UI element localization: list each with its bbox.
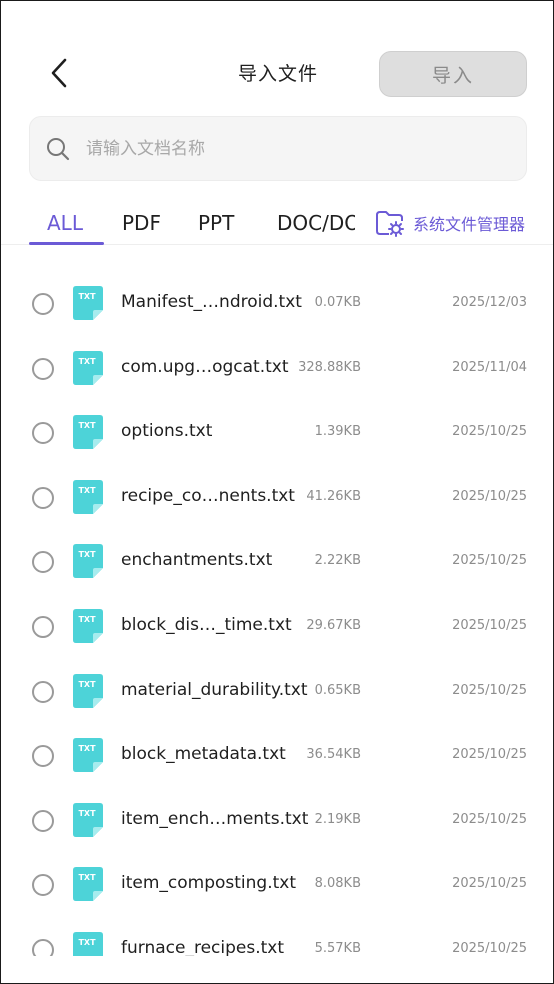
file-date: 2025/10/25 <box>452 618 527 633</box>
active-tab-indicator <box>29 242 104 245</box>
txt-file-icon: TXT <box>73 673 103 708</box>
svg-text:TXT: TXT <box>78 550 96 559</box>
file-date: 2025/10/25 <box>452 424 527 440</box>
file-name: material_durability.txt <box>121 679 308 700</box>
svg-text:TXT: TXT <box>78 873 96 882</box>
txt-file-icon: TXT <box>73 867 103 902</box>
import-button[interactable]: 导入 <box>379 51 527 97</box>
select-radio[interactable] <box>32 874 54 897</box>
file-size: 0.07KB <box>314 295 361 310</box>
file-type-tabs: ALL PDF PPT DOC/DOCX <box>1 197 553 245</box>
select-radio[interactable] <box>32 939 54 956</box>
file-date: 2025/10/25 <box>452 876 527 892</box>
select-radio[interactable] <box>32 293 54 315</box>
screen: 导入文件 导入 ALL PDF PPT DOC/DOCX <box>0 0 554 984</box>
file-date: 2025/10/25 <box>452 941 527 956</box>
file-size: 0.65KB <box>314 682 361 698</box>
txt-file-icon: TXT <box>73 609 103 643</box>
tab-ppt[interactable]: PPT <box>198 211 234 235</box>
file-name: item_composting.txt <box>121 873 297 894</box>
svg-text:TXT: TXT <box>78 809 96 818</box>
file-date: 2025/10/25 <box>452 747 527 763</box>
svg-text:TXT: TXT <box>78 357 96 366</box>
file-row[interactable]: TXT material_durability.txt 0.65KB 2025/… <box>1 661 553 725</box>
file-date: 2025/12/03 <box>452 295 527 310</box>
file-name: item_ench…ments.txt <box>121 808 309 829</box>
file-date: 2025/10/25 <box>452 488 527 504</box>
file-size: 2.19KB <box>314 811 361 827</box>
select-radio[interactable] <box>32 616 54 638</box>
file-row[interactable]: TXT furnace_recipes.txt 5.57KB 2025/10/2… <box>1 919 553 956</box>
select-radio[interactable] <box>32 486 54 509</box>
search-icon <box>46 137 70 161</box>
file-date: 2025/10/25 <box>452 682 527 698</box>
file-size: 2.22KB <box>314 553 361 569</box>
search-bar <box>29 116 527 181</box>
txt-file-icon: TXT <box>73 415 103 450</box>
system-file-manager-label: 系统文件管理器 <box>413 215 526 234</box>
file-name: options.txt <box>121 421 213 442</box>
file-name: block_metadata.txt <box>121 744 286 765</box>
select-radio[interactable] <box>32 680 54 703</box>
search-input[interactable] <box>86 138 486 159</box>
tab-all[interactable]: ALL <box>47 211 83 235</box>
txt-file-icon: TXT <box>73 802 103 837</box>
file-row[interactable]: TXT enchantments.txt 2.22KB 2025/10/25 <box>1 531 553 595</box>
svg-text:TXT: TXT <box>78 292 96 301</box>
header: 导入文件 导入 <box>1 1 553 111</box>
select-radio[interactable] <box>32 422 54 445</box>
file-row[interactable]: TXT com.upg…ogcat.txt 328.88KB 2025/11/0… <box>1 338 553 402</box>
file-size: 41.26KB <box>306 488 361 504</box>
txt-file-icon: TXT <box>73 544 103 579</box>
svg-text:TXT: TXT <box>78 938 96 947</box>
select-radio[interactable] <box>32 809 54 832</box>
file-list: TXT Manifest_…ndroid.txt 0.07KB 2025/12/… <box>1 246 553 956</box>
txt-file-icon: TXT <box>73 286 103 320</box>
svg-text:TXT: TXT <box>78 680 96 689</box>
select-radio[interactable] <box>32 745 54 768</box>
file-row[interactable]: TXT options.txt 1.39KB 2025/10/25 <box>1 402 553 466</box>
txt-file-icon: TXT <box>73 479 103 514</box>
svg-text:TXT: TXT <box>78 744 96 753</box>
file-date: 2025/11/04 <box>452 359 527 375</box>
select-radio[interactable] <box>32 357 54 380</box>
folder-gear-icon <box>376 211 404 237</box>
file-name: com.upg…ogcat.txt <box>121 356 289 377</box>
select-radio[interactable] <box>32 551 54 574</box>
tab-doc[interactable]: DOC/DOCX <box>277 211 355 235</box>
svg-text:TXT: TXT <box>78 615 96 624</box>
file-size: 36.54KB <box>306 747 361 763</box>
file-row[interactable]: TXT item_ench…ments.txt 2.19KB 2025/10/2… <box>1 790 553 854</box>
file-size: 8.08KB <box>314 876 361 892</box>
file-row[interactable]: TXT block_dis…_time.txt 29.67KB 2025/10/… <box>1 596 553 660</box>
file-size: 328.88KB <box>298 359 361 375</box>
tab-doc-clip: DOC/DOCX <box>271 207 355 237</box>
file-name: Manifest_…ndroid.txt <box>121 292 302 312</box>
svg-text:TXT: TXT <box>78 486 96 495</box>
tab-pdf[interactable]: PDF <box>122 211 161 235</box>
svg-text:TXT: TXT <box>78 421 96 430</box>
file-size: 5.57KB <box>314 941 361 956</box>
file-size: 29.67KB <box>306 618 361 633</box>
txt-file-icon: TXT <box>73 738 103 773</box>
file-name: enchantments.txt <box>121 550 273 571</box>
txt-file-icon: TXT <box>73 932 103 956</box>
file-name: recipe_co…nents.txt <box>121 485 295 506</box>
system-file-manager-link[interactable]: 系统文件管理器 <box>375 209 525 237</box>
file-name: furnace_recipes.txt <box>121 938 284 956</box>
file-row[interactable]: TXT item_composting.txt 8.08KB 2025/10/2… <box>1 854 553 918</box>
file-size: 1.39KB <box>314 424 361 440</box>
file-row[interactable]: TXT Manifest_…ndroid.txt 0.07KB 2025/12/… <box>1 273 553 337</box>
file-date: 2025/10/25 <box>452 553 527 569</box>
txt-file-icon: TXT <box>73 350 103 385</box>
file-row[interactable]: TXT recipe_co…nents.txt 41.26KB 2025/10/… <box>1 467 553 531</box>
file-row[interactable]: TXT block_metadata.txt 36.54KB 2025/10/2… <box>1 725 553 789</box>
file-date: 2025/10/25 <box>452 811 527 827</box>
file-name: block_dis…_time.txt <box>121 615 292 635</box>
